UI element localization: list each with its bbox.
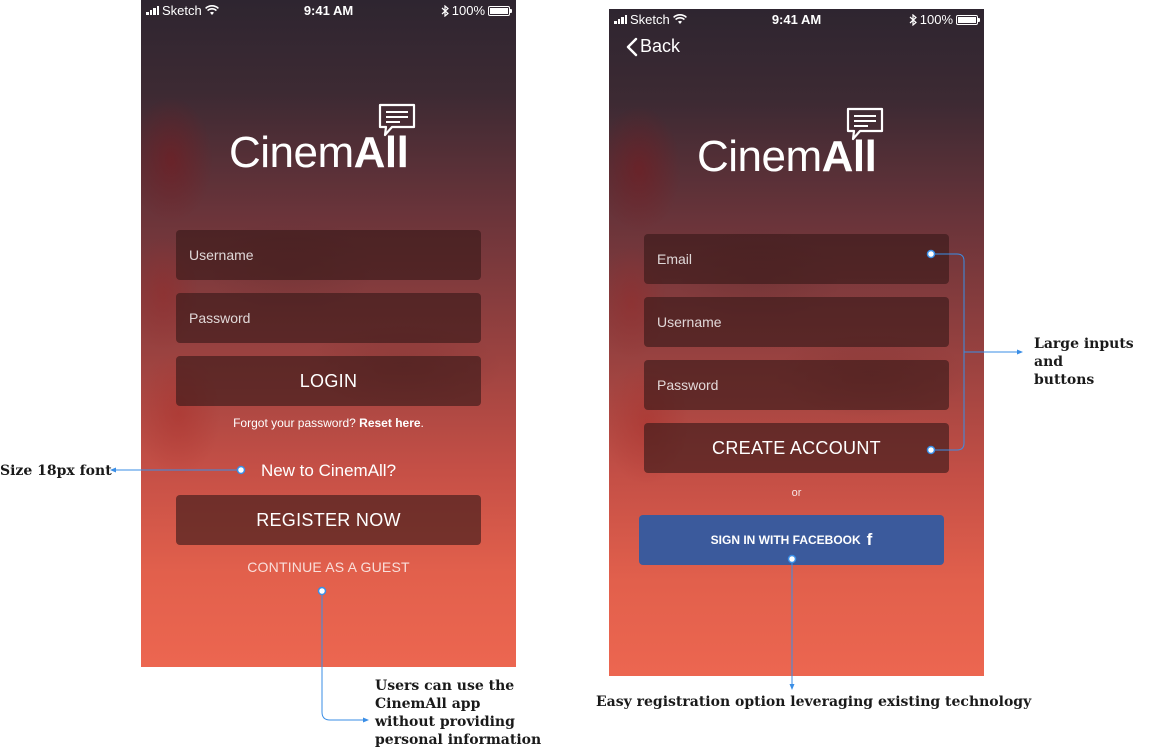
annotation-font-size: Size 18px font xyxy=(0,463,112,479)
annotation-guest-line: personal information xyxy=(375,732,542,748)
annotation-large-inputs-line: Large inputs and xyxy=(1034,336,1134,370)
annotation-guest-line: CinemAll app xyxy=(375,696,481,712)
annotation-lines xyxy=(110,249,1023,723)
annotation-guest: Users can use the CinemAll app without p… xyxy=(375,677,541,749)
annotation-guest-line: without providing xyxy=(375,714,515,730)
annotation-guest-line: Users can use the xyxy=(375,678,515,694)
annotation-large-inputs: Large inputs and buttons xyxy=(1034,335,1156,389)
annotation-large-inputs-line: buttons xyxy=(1034,372,1095,388)
annotation-easy-registration: Easy registration option leveraging exis… xyxy=(596,694,1032,710)
